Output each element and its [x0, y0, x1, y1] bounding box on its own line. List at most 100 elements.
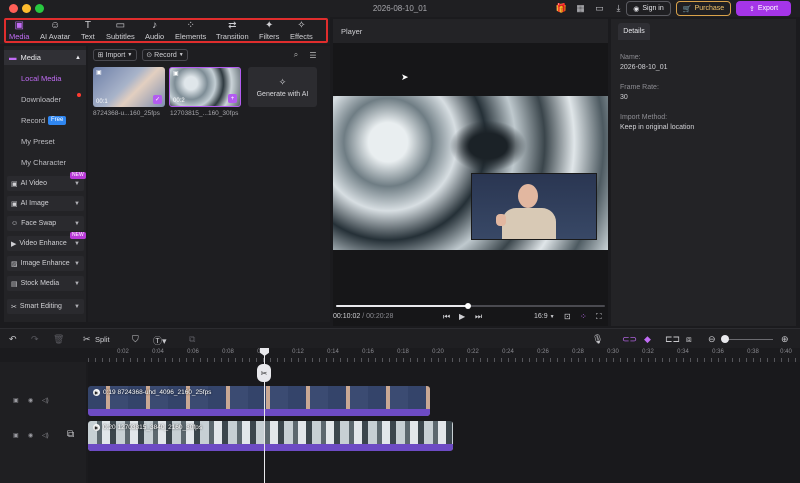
microphone-icon[interactable]: 🎙: [592, 334, 603, 345]
tab-label: Audio: [145, 32, 165, 41]
zoom-knob[interactable]: [721, 335, 729, 343]
tab-elements[interactable]: ⁘ Elements: [175, 20, 206, 42]
ruler-label: 0:20: [432, 349, 444, 355]
minimize-window-button[interactable]: [22, 4, 31, 13]
clip-duration: 00:2: [173, 98, 185, 104]
sidebar-item-downloader[interactable]: Downloader: [21, 95, 61, 104]
tab-filters[interactable]: ✦ Filters: [259, 20, 279, 42]
track-view-icon[interactable]: ⧈: [686, 334, 692, 345]
tab-text[interactable]: T Text: [81, 20, 95, 42]
filter-icon[interactable]: ☰: [307, 49, 319, 61]
detail-value: 30: [620, 94, 628, 101]
sidebar-group-ai-image[interactable]: ▣ AI Image ▼: [7, 196, 84, 211]
elements-icon: ⁘: [186, 20, 195, 31]
sidebar-group-smart-editing[interactable]: ✂ Smart Editing ▼: [7, 299, 84, 314]
zoom-slider[interactable]: [723, 339, 773, 340]
group-label: Stock Media: [20, 280, 60, 287]
timecode: 00:10:02 / 00:20:28: [333, 313, 394, 320]
shield-icon[interactable]: ⛉: [132, 334, 139, 345]
detail-value: Keep in original location: [620, 124, 695, 131]
tab-media[interactable]: ▣ Media: [9, 20, 29, 42]
split-button[interactable]: Split: [95, 335, 110, 344]
fullscreen-icon[interactable]: ⛶: [596, 312, 602, 322]
record-icon: ⊙: [146, 52, 153, 59]
sidebar-item-my-character[interactable]: My Character: [21, 158, 66, 167]
timeline-clip[interactable]: ▶ 0:19 8724368-uhd_4096_2160_25fps: [88, 386, 430, 416]
aspect-ratio-select[interactable]: 16:9 ▼: [534, 313, 555, 320]
ai-image-icon: ▣: [11, 200, 18, 208]
tab-details[interactable]: Details: [618, 23, 650, 40]
picture-in-picture-overlay[interactable]: [471, 173, 597, 240]
timeline-ruler[interactable]: 0:02 0:04 0:06 0:08 0:10 0:12 0:14 0:16 …: [88, 348, 800, 362]
tab-label: Filters: [259, 32, 280, 41]
track-visibility-icon[interactable]: ◉: [28, 432, 33, 439]
generate-with-ai-button[interactable]: ✧ Generate with AI: [248, 67, 317, 107]
search-icon[interactable]: ⌕: [290, 49, 302, 61]
download-icon[interactable]: ⤓: [612, 2, 625, 15]
track-lock-icon[interactable]: ▣: [13, 397, 19, 404]
new-badge: NEW: [70, 172, 86, 179]
export-button[interactable]: ⇪ Export: [736, 1, 791, 16]
chevron-down-icon: ▼: [74, 180, 80, 187]
aspect-ratio-label: 16:9: [534, 313, 548, 320]
previous-frame-icon[interactable]: ⏮: [443, 312, 450, 322]
delete-icon[interactable]: 🗑: [53, 334, 64, 345]
ai-sparkle-icon: ✧: [278, 76, 287, 87]
link-icon[interactable]: ⊂⊃: [622, 334, 637, 345]
gift-icon[interactable]: 🎁: [555, 2, 568, 15]
crop-icon[interactable]: ⧉: [189, 334, 195, 345]
effects-icon: ✧: [297, 20, 306, 31]
snap-icon[interactable]: ◆: [644, 334, 651, 345]
feedback-icon[interactable]: ▭: [593, 2, 606, 15]
timeline-clip[interactable]: ▶ 0:20 12703815_3840_2160_30fps: [88, 421, 453, 451]
media-thumbnail[interactable]: ▣ 00:2 +: [169, 67, 241, 107]
tab-ai-avatar[interactable]: ☺ AI Avatar: [40, 20, 70, 42]
tab-transition[interactable]: ⇄ Transition: [216, 20, 249, 42]
tab-effects[interactable]: ✧ Effects: [290, 20, 313, 42]
next-frame-icon[interactable]: ⏭: [475, 312, 482, 322]
track-visibility-icon[interactable]: ◉: [28, 397, 33, 404]
scissors-icon[interactable]: ✂: [257, 364, 271, 382]
tab-audio[interactable]: ♪ Audio: [145, 20, 164, 42]
video-enhance-icon: ▶: [11, 240, 17, 248]
sidebar-item-media[interactable]: ▬ Media ▲: [4, 50, 86, 65]
record-button[interactable]: ⊙ Record ▼: [142, 49, 188, 61]
sidebar-group-image-enhance[interactable]: ▨ Image Enhance ▼: [7, 256, 84, 271]
clip-label: ▶ 0:20 12703815_3840_2160_30fps: [93, 424, 202, 431]
snapshot-icon[interactable]: ⊡: [564, 312, 571, 321]
import-button[interactable]: ⊞ Import ▼: [93, 49, 137, 61]
tab-subtitles[interactable]: ▭ Subtitles: [106, 20, 135, 42]
purchase-button[interactable]: 🛒 Purchase: [676, 1, 731, 16]
progress-knob[interactable]: [464, 303, 471, 309]
track-lock-icon[interactable]: ▣: [13, 432, 19, 439]
sidebar-item-record[interactable]: Record: [21, 116, 45, 125]
sidebar-item-my-preset[interactable]: My Preset: [21, 137, 55, 146]
track-audio-icon[interactable]: ◁): [42, 397, 49, 404]
playback-progress-bar[interactable]: [336, 303, 605, 309]
undo-icon[interactable]: ↶: [9, 334, 17, 345]
tab-label: Effects: [290, 32, 313, 41]
sidebar-group-stock-media[interactable]: ▤ Stock Media ▼: [7, 276, 84, 291]
sidebar-group-face-swap[interactable]: ☺ Face Swap ▼: [7, 216, 84, 231]
media-thumbnail[interactable]: ▣ 00:1 ✓: [93, 67, 165, 107]
ruler-label: 0:14: [327, 349, 339, 355]
track-thumbnail-icon[interactable]: ⧉: [67, 429, 74, 440]
chevron-down-icon: ▼: [74, 260, 80, 267]
close-window-button[interactable]: [9, 4, 18, 13]
play-icon[interactable]: ▶: [459, 312, 465, 321]
sign-in-button[interactable]: ◉ Sign in: [626, 1, 671, 16]
track-audio-icon[interactable]: ◁): [42, 432, 49, 439]
zoom-window-button[interactable]: [35, 4, 44, 13]
sidebar-item-local-media[interactable]: Local Media: [21, 74, 61, 83]
zoom-out-icon[interactable]: ⊖: [708, 334, 716, 345]
sign-in-label: Sign in: [642, 5, 664, 12]
grid-view-icon[interactable]: ⁘: [580, 312, 587, 321]
video-file-icon: ▣: [173, 71, 179, 77]
grid-icon[interactable]: ▦: [574, 2, 587, 15]
redo-icon[interactable]: ↷: [31, 334, 39, 345]
text-tool-icon[interactable]: Ⓣ▾: [153, 334, 167, 347]
ripple-icon[interactable]: ⊏⊐: [665, 334, 680, 345]
zoom-in-icon[interactable]: ⊕: [781, 334, 789, 345]
video-preview[interactable]: [333, 96, 608, 250]
split-icon[interactable]: ✂: [83, 334, 91, 345]
